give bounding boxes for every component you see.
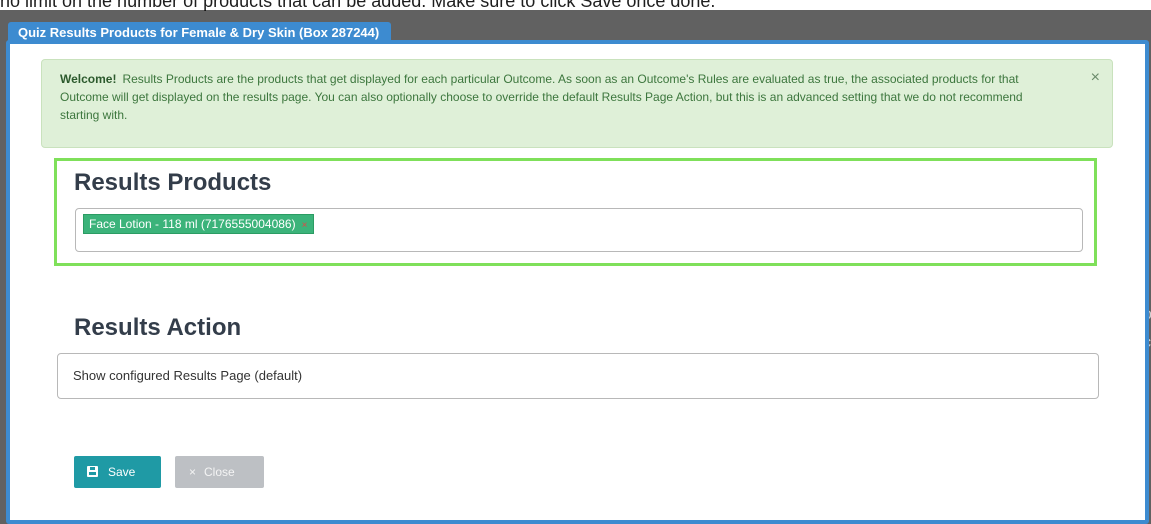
results-action-select[interactable]: Show configured Results Page (default) [57,353,1099,399]
product-tag-remove-icon[interactable]: × [302,220,308,231]
close-button-label: Close [204,465,235,479]
alert-message: Welcome! Results Products are the product… [60,70,1050,124]
close-button[interactable]: × Close [175,456,264,488]
save-button[interactable]: Save [74,456,161,488]
alert-body: Results Products are the products that g… [60,72,1023,122]
close-icon: × [189,465,197,479]
welcome-alert: Welcome! Results Products are the product… [41,59,1113,148]
product-tag: Face Lotion - 118 ml (7176555004086) × [83,214,315,234]
results-products-tag-input[interactable]: Face Lotion - 118 ml (7176555004086) × [75,208,1083,252]
results-products-section: Results Products Face Lotion - 118 ml (7… [54,158,1097,266]
results-action-title: Results Action [74,314,242,341]
product-tag-label: Face Lotion - 118 ml (7176555004086) [89,217,296,231]
results-products-title: Results Products [74,169,272,196]
alert-close-icon[interactable]: × [1091,70,1100,86]
alert-lead: Welcome! [60,72,117,86]
save-icon [87,466,98,477]
save-button-label: Save [108,465,136,479]
